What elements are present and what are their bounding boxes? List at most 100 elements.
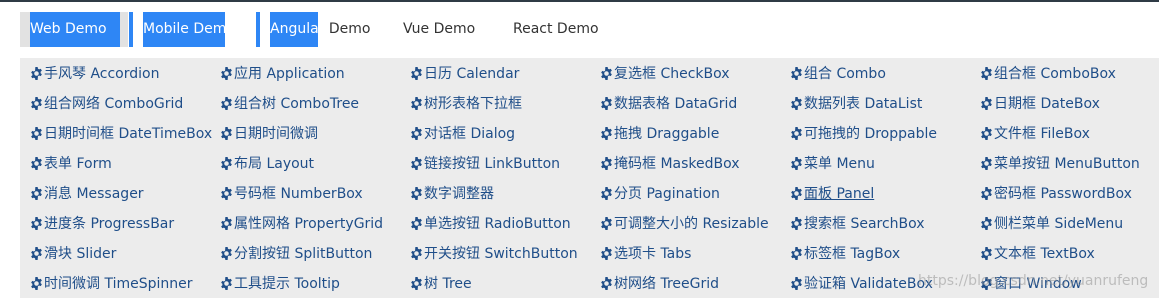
component-link[interactable]: 组合网络 ComboGrid — [30, 88, 220, 118]
component-link[interactable]: 日期时间框 DateTimeBox — [30, 118, 220, 148]
tab-angular-demo[interactable]: Angular Demo — [256, 12, 370, 47]
component-link[interactable]: 滑块 Slider — [30, 238, 220, 268]
component-link[interactable]: 应用 Application — [220, 58, 410, 88]
component-label: 密码框 PasswordBox — [994, 186, 1132, 202]
component-label: 可调整大小的 Resizable — [614, 216, 769, 232]
component-label: 应用 Application — [234, 66, 345, 82]
tab-label: React Demo — [513, 21, 599, 37]
component-label: 属性网格 PropertyGrid — [234, 216, 384, 232]
gear-icon — [30, 276, 43, 290]
component-link[interactable]: 可拖拽的 Droppable — [790, 118, 980, 148]
component-link[interactable]: 单选按钮 RadioButton — [410, 208, 600, 238]
component-link[interactable]: 选项卡 Tabs — [600, 238, 790, 268]
component-label: 树网络 TreeGrid — [614, 276, 719, 292]
component-label: 对话框 Dialog — [424, 126, 516, 142]
component-link[interactable]: 手风琴 Accordion — [30, 58, 220, 88]
component-link[interactable]: 分割按钮 SplitButton — [220, 238, 410, 268]
component-link[interactable]: 组合 Combo — [790, 58, 980, 88]
component-link[interactable]: 时间微调 TimeSpinner — [30, 268, 220, 298]
gear-icon — [980, 186, 993, 200]
component-link[interactable]: 窗口 Window — [980, 268, 1159, 298]
component-link[interactable]: 拖拽 Draggable — [600, 118, 790, 148]
tab-vue-demo[interactable]: Vue Demo — [403, 12, 475, 47]
component-link[interactable]: 号码框 NumberBox — [220, 178, 410, 208]
component-link[interactable]: 属性网格 PropertyGrid — [220, 208, 410, 238]
component-link[interactable]: 菜单 Menu — [790, 148, 980, 178]
gear-icon — [600, 96, 613, 110]
gear-icon — [220, 246, 233, 260]
gear-icon — [220, 186, 233, 200]
component-link[interactable]: 掩码框 MaskedBox — [600, 148, 790, 178]
component-link[interactable]: 表单 Form — [30, 148, 220, 178]
gear-icon — [220, 66, 233, 80]
component-label: 树形表格下拉框 — [424, 96, 522, 112]
gear-icon — [220, 126, 233, 140]
component-link[interactable]: 数字调整器 — [410, 178, 600, 208]
component-link[interactable]: 开关按钮 SwitchButton — [410, 238, 600, 268]
gear-icon — [600, 216, 613, 230]
component-link[interactable]: 组合框 ComboBox — [980, 58, 1159, 88]
component-link[interactable]: 标签框 TagBox — [790, 238, 980, 268]
gear-icon — [980, 276, 993, 290]
component-label: 日期时间框 DateTimeBox — [44, 126, 213, 142]
component-link[interactable]: 数据列表 DataList — [790, 88, 980, 118]
component-link[interactable]: 消息 Messager — [30, 178, 220, 208]
component-label: 组合 Combo — [804, 66, 886, 82]
component-label: 开关按钮 SwitchButton — [424, 246, 578, 262]
component-link[interactable]: 验证箱 ValidateBox — [790, 268, 980, 298]
component-link[interactable]: 文件框 FileBox — [980, 118, 1159, 148]
component-link[interactable]: 文本框 TextBox — [980, 238, 1159, 268]
component-link[interactable]: 数据表格 DataGrid — [600, 88, 790, 118]
tab-web-demo[interactable]: Web Demo — [20, 12, 128, 47]
gear-icon — [30, 66, 43, 80]
component-link[interactable]: 日历 Calendar — [410, 58, 600, 88]
component-link[interactable]: 密码框 PasswordBox — [980, 178, 1159, 208]
component-link[interactable]: 进度条 ProgressBar — [30, 208, 220, 238]
component-label: 分割按钮 SplitButton — [234, 246, 373, 262]
gear-icon — [410, 216, 423, 230]
gear-icon — [790, 276, 803, 290]
component-link[interactable]: 布局 Layout — [220, 148, 410, 178]
tab-indicator — [120, 12, 128, 47]
tab-label: Angular Demo — [270, 21, 370, 37]
gear-icon — [980, 66, 993, 80]
component-link[interactable]: 组合树 ComboTree — [220, 88, 410, 118]
component-label: 组合框 ComboBox — [994, 66, 1116, 82]
component-label: 消息 Messager — [44, 186, 144, 202]
gear-icon — [600, 276, 613, 290]
component-label: 表单 Form — [44, 156, 112, 172]
tab-react-demo[interactable]: React Demo — [513, 12, 599, 47]
component-link[interactable]: 树形表格下拉框 — [410, 88, 600, 118]
component-link[interactable]: 复选框 CheckBox — [600, 58, 790, 88]
component-link[interactable]: 链接按钮 LinkButton — [410, 148, 600, 178]
component-label: 数据列表 DataList — [804, 96, 923, 112]
component-link[interactable]: 对话框 Dialog — [410, 118, 600, 148]
component-label: 标签框 TagBox — [804, 246, 901, 262]
gear-icon — [220, 156, 233, 170]
component-link[interactable]: 可调整大小的 Resizable — [600, 208, 790, 238]
gear-icon — [790, 96, 803, 110]
component-label: 滑块 Slider — [44, 246, 117, 262]
component-link[interactable]: 侧栏菜单 SideMenu — [980, 208, 1159, 238]
component-link[interactable]: 日期时间微调 — [220, 118, 410, 148]
component-link[interactable]: 分页 Pagination — [600, 178, 790, 208]
tab-label: Mobile Demo — [143, 21, 235, 37]
component-label: 文本框 TextBox — [994, 246, 1095, 262]
component-link[interactable]: 工具提示 Tooltip — [220, 268, 410, 298]
component-link[interactable]: 菜单按钮 MenuButton — [980, 148, 1159, 178]
gear-icon — [790, 156, 803, 170]
gear-icon — [30, 186, 43, 200]
component-label: 拖拽 Draggable — [614, 126, 720, 142]
component-link[interactable]: 搜索框 SearchBox — [790, 208, 980, 238]
component-link[interactable]: 树网络 TreeGrid — [600, 268, 790, 298]
tab-mobile-demo[interactable]: Mobile Demo — [129, 12, 235, 47]
component-label: 日历 Calendar — [424, 66, 520, 82]
gear-icon — [220, 216, 233, 230]
component-link[interactable]: 面板 Panel — [790, 178, 980, 208]
component-link[interactable]: 日期框 DateBox — [980, 88, 1159, 118]
gear-icon — [30, 96, 43, 110]
component-label: 工具提示 Tooltip — [234, 276, 340, 292]
component-link[interactable]: 树 Tree — [410, 268, 600, 298]
gear-icon — [30, 216, 43, 230]
gear-icon — [600, 66, 613, 80]
